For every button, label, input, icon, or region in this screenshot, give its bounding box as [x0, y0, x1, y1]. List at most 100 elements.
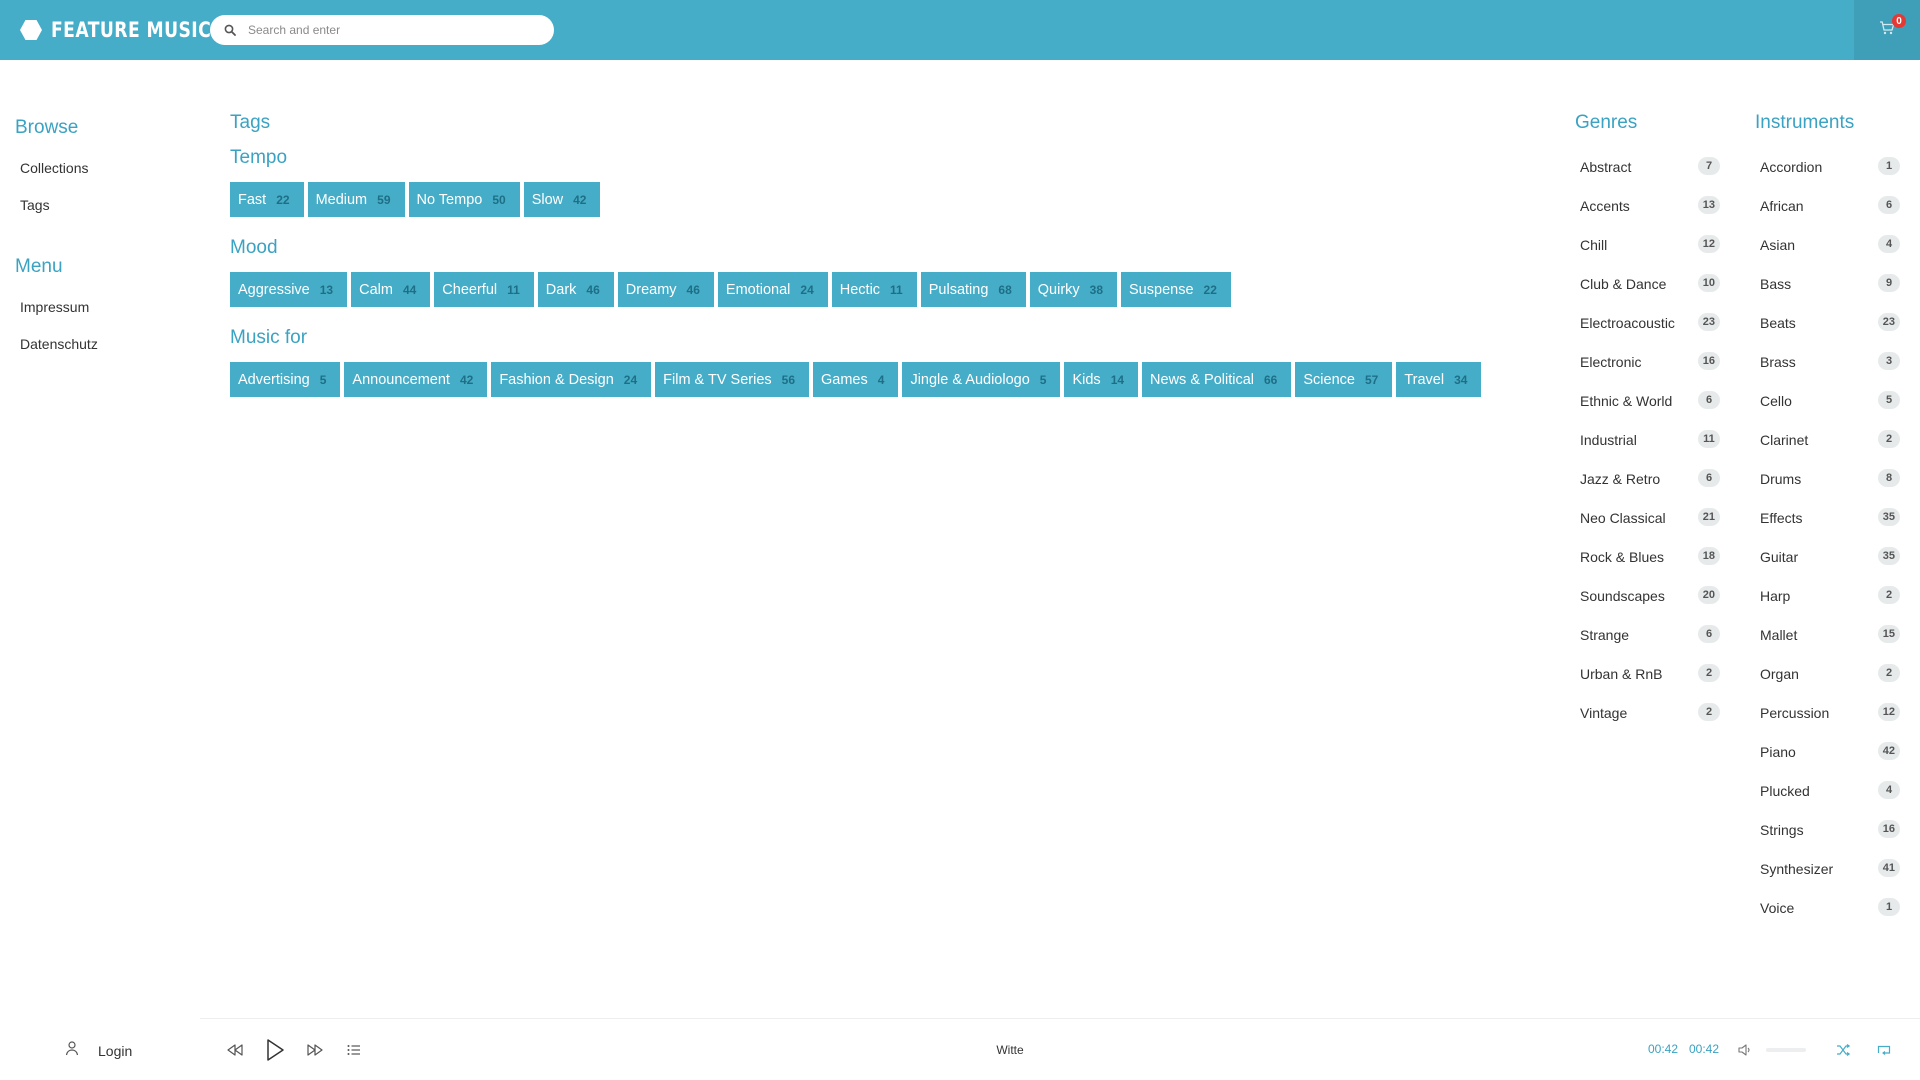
instrument-item[interactable]: Clarinet [1760, 430, 1808, 450]
count-badge: 1 [1878, 898, 1900, 916]
tag-chip[interactable]: Pulsating 68 [920, 272, 1026, 307]
instrument-item[interactable]: Plucked [1760, 781, 1810, 801]
tag-chip[interactable]: Emotional 24 [717, 272, 828, 307]
tag-chip[interactable]: Fashion & Design 24 [491, 362, 652, 397]
count-badge: 6 [1698, 625, 1720, 643]
instrument-item[interactable]: Synthesizer [1760, 859, 1833, 879]
genre-item[interactable]: Rock & Blues [1580, 547, 1664, 567]
shuffle-icon [1837, 1044, 1850, 1056]
tag-chip[interactable]: Advertising 5 [230, 362, 341, 397]
count-badge: 35 [1877, 547, 1900, 565]
genre-item[interactable]: Chill [1580, 235, 1607, 255]
tag-chip[interactable]: Calm 44 [351, 272, 431, 307]
genre-item[interactable]: Urban & RnB [1580, 664, 1662, 684]
tag-chip[interactable]: Announcement 42 [344, 362, 488, 397]
instrument-item[interactable]: Strings [1760, 820, 1804, 840]
nav-item-impressum[interactable]: Impressum [20, 299, 89, 315]
genre-item[interactable]: Jazz & Retro [1580, 469, 1660, 489]
instrument-item[interactable]: African [1760, 196, 1804, 216]
tag-chip[interactable]: Science 57 [1295, 362, 1393, 397]
tag-chip[interactable]: Film & TV Series 56 [655, 362, 810, 397]
instrument-item[interactable]: Brass [1760, 352, 1796, 372]
instrument-item[interactable]: Drums [1760, 469, 1801, 489]
tag-chip[interactable]: Games 4 [813, 362, 899, 397]
count-badge: 13 [1697, 196, 1720, 214]
instrument-item[interactable]: Piano [1760, 742, 1796, 762]
top-header: FEATURE MUSIC 0 [0, 0, 1920, 60]
login-button[interactable]: Login [64, 1040, 132, 1061]
count-badge: 4 [1878, 781, 1900, 799]
volume-button[interactable] [1736, 1042, 1754, 1058]
instrument-item[interactable]: Effects [1760, 508, 1803, 528]
tag-chip[interactable]: No Tempo 50 [408, 182, 520, 217]
count-badge: 4 [1878, 235, 1900, 253]
search-input[interactable] [248, 23, 538, 37]
instrument-item[interactable]: Beats [1760, 313, 1796, 333]
tag-row-tempo: Fast 22 Medium 59 No Tempo 50 Slow 42 [230, 182, 601, 217]
genre-item[interactable]: Industrial [1580, 430, 1637, 450]
search-box[interactable] [210, 15, 554, 45]
count-badge: 11 [1698, 430, 1720, 448]
nav-item-collections[interactable]: Collections [20, 160, 88, 176]
tag-chip[interactable]: Medium 59 [307, 182, 405, 217]
tag-chip[interactable]: Kids 14 [1064, 362, 1139, 397]
rewind-button[interactable] [224, 1040, 246, 1060]
instrument-item[interactable]: Cello [1760, 391, 1792, 411]
instrument-item[interactable]: Percussion [1760, 703, 1829, 723]
genre-item[interactable]: Neo Classical [1580, 508, 1666, 528]
login-label: Login [98, 1042, 133, 1059]
genre-item[interactable]: Soundscapes [1580, 586, 1665, 606]
genre-item[interactable]: Electroacoustic [1580, 313, 1675, 333]
count-badge: 41 [1877, 859, 1900, 877]
count-badge: 2 [1878, 586, 1900, 604]
tag-chip[interactable]: Dreamy 46 [617, 272, 714, 307]
instrument-item[interactable]: Accordion [1760, 157, 1822, 177]
tag-chip[interactable]: News & Political 66 [1142, 362, 1292, 397]
shuffle-button[interactable] [1834, 1042, 1852, 1058]
tag-chip[interactable]: Cheerful 11 [434, 272, 534, 307]
count-badge: 5 [1878, 391, 1900, 409]
instrument-item[interactable]: Asian [1760, 235, 1795, 255]
search-icon[interactable] [220, 20, 240, 40]
user-icon [64, 1040, 80, 1061]
now-playing-title: Witte [996, 1043, 1024, 1057]
tag-chip[interactable]: Fast 22 [230, 182, 304, 217]
tag-chip[interactable]: Hectic 11 [831, 272, 917, 307]
fast-forward-icon [307, 1044, 323, 1056]
cart-button[interactable]: 0 [1854, 0, 1920, 60]
repeat-button[interactable] [1875, 1042, 1893, 1058]
instruments-heading: Instruments [1755, 112, 1855, 133]
instrument-item[interactable]: Voice [1760, 898, 1794, 918]
browse-heading: Browse [15, 117, 79, 138]
genres-heading: Genres [1575, 112, 1638, 133]
tag-chip[interactable]: Suspense 22 [1121, 272, 1231, 307]
play-button[interactable] [262, 1036, 288, 1064]
fast-forward-button[interactable] [304, 1040, 326, 1060]
instrument-item[interactable]: Guitar [1760, 547, 1798, 567]
genre-item[interactable]: Strange [1580, 625, 1629, 645]
volume-slider[interactable] [1766, 1048, 1806, 1052]
count-badge: 42 [1877, 742, 1900, 760]
nav-item-tags[interactable]: Tags [20, 197, 50, 213]
tag-chip[interactable]: Dark 46 [537, 272, 614, 307]
tag-chip[interactable]: Travel 34 [1396, 362, 1482, 397]
nav-item-datenschutz[interactable]: Datenschutz [20, 336, 98, 352]
playlist-button[interactable] [344, 1040, 364, 1060]
menu-heading: Menu [15, 256, 63, 277]
genre-item[interactable]: Ethnic & World [1580, 391, 1672, 411]
tag-chip[interactable]: Aggressive 13 [230, 272, 348, 307]
instrument-item[interactable]: Harp [1760, 586, 1790, 606]
genre-item[interactable]: Abstract [1580, 157, 1631, 177]
genre-item[interactable]: Vintage [1580, 703, 1627, 723]
player-divider [200, 1018, 1920, 1019]
genre-item[interactable]: Club & Dance [1580, 274, 1666, 294]
instrument-item[interactable]: Organ [1760, 664, 1799, 684]
count-badge: 12 [1697, 235, 1720, 253]
genre-item[interactable]: Electronic [1580, 352, 1641, 372]
tag-chip[interactable]: Jingle & Audiologo 5 [902, 362, 1061, 397]
tag-chip[interactable]: Slow 42 [523, 182, 601, 217]
instrument-item[interactable]: Bass [1760, 274, 1791, 294]
genre-item[interactable]: Accents [1580, 196, 1630, 216]
instrument-item[interactable]: Mallet [1760, 625, 1797, 645]
tag-chip[interactable]: Quirky 38 [1029, 272, 1118, 307]
